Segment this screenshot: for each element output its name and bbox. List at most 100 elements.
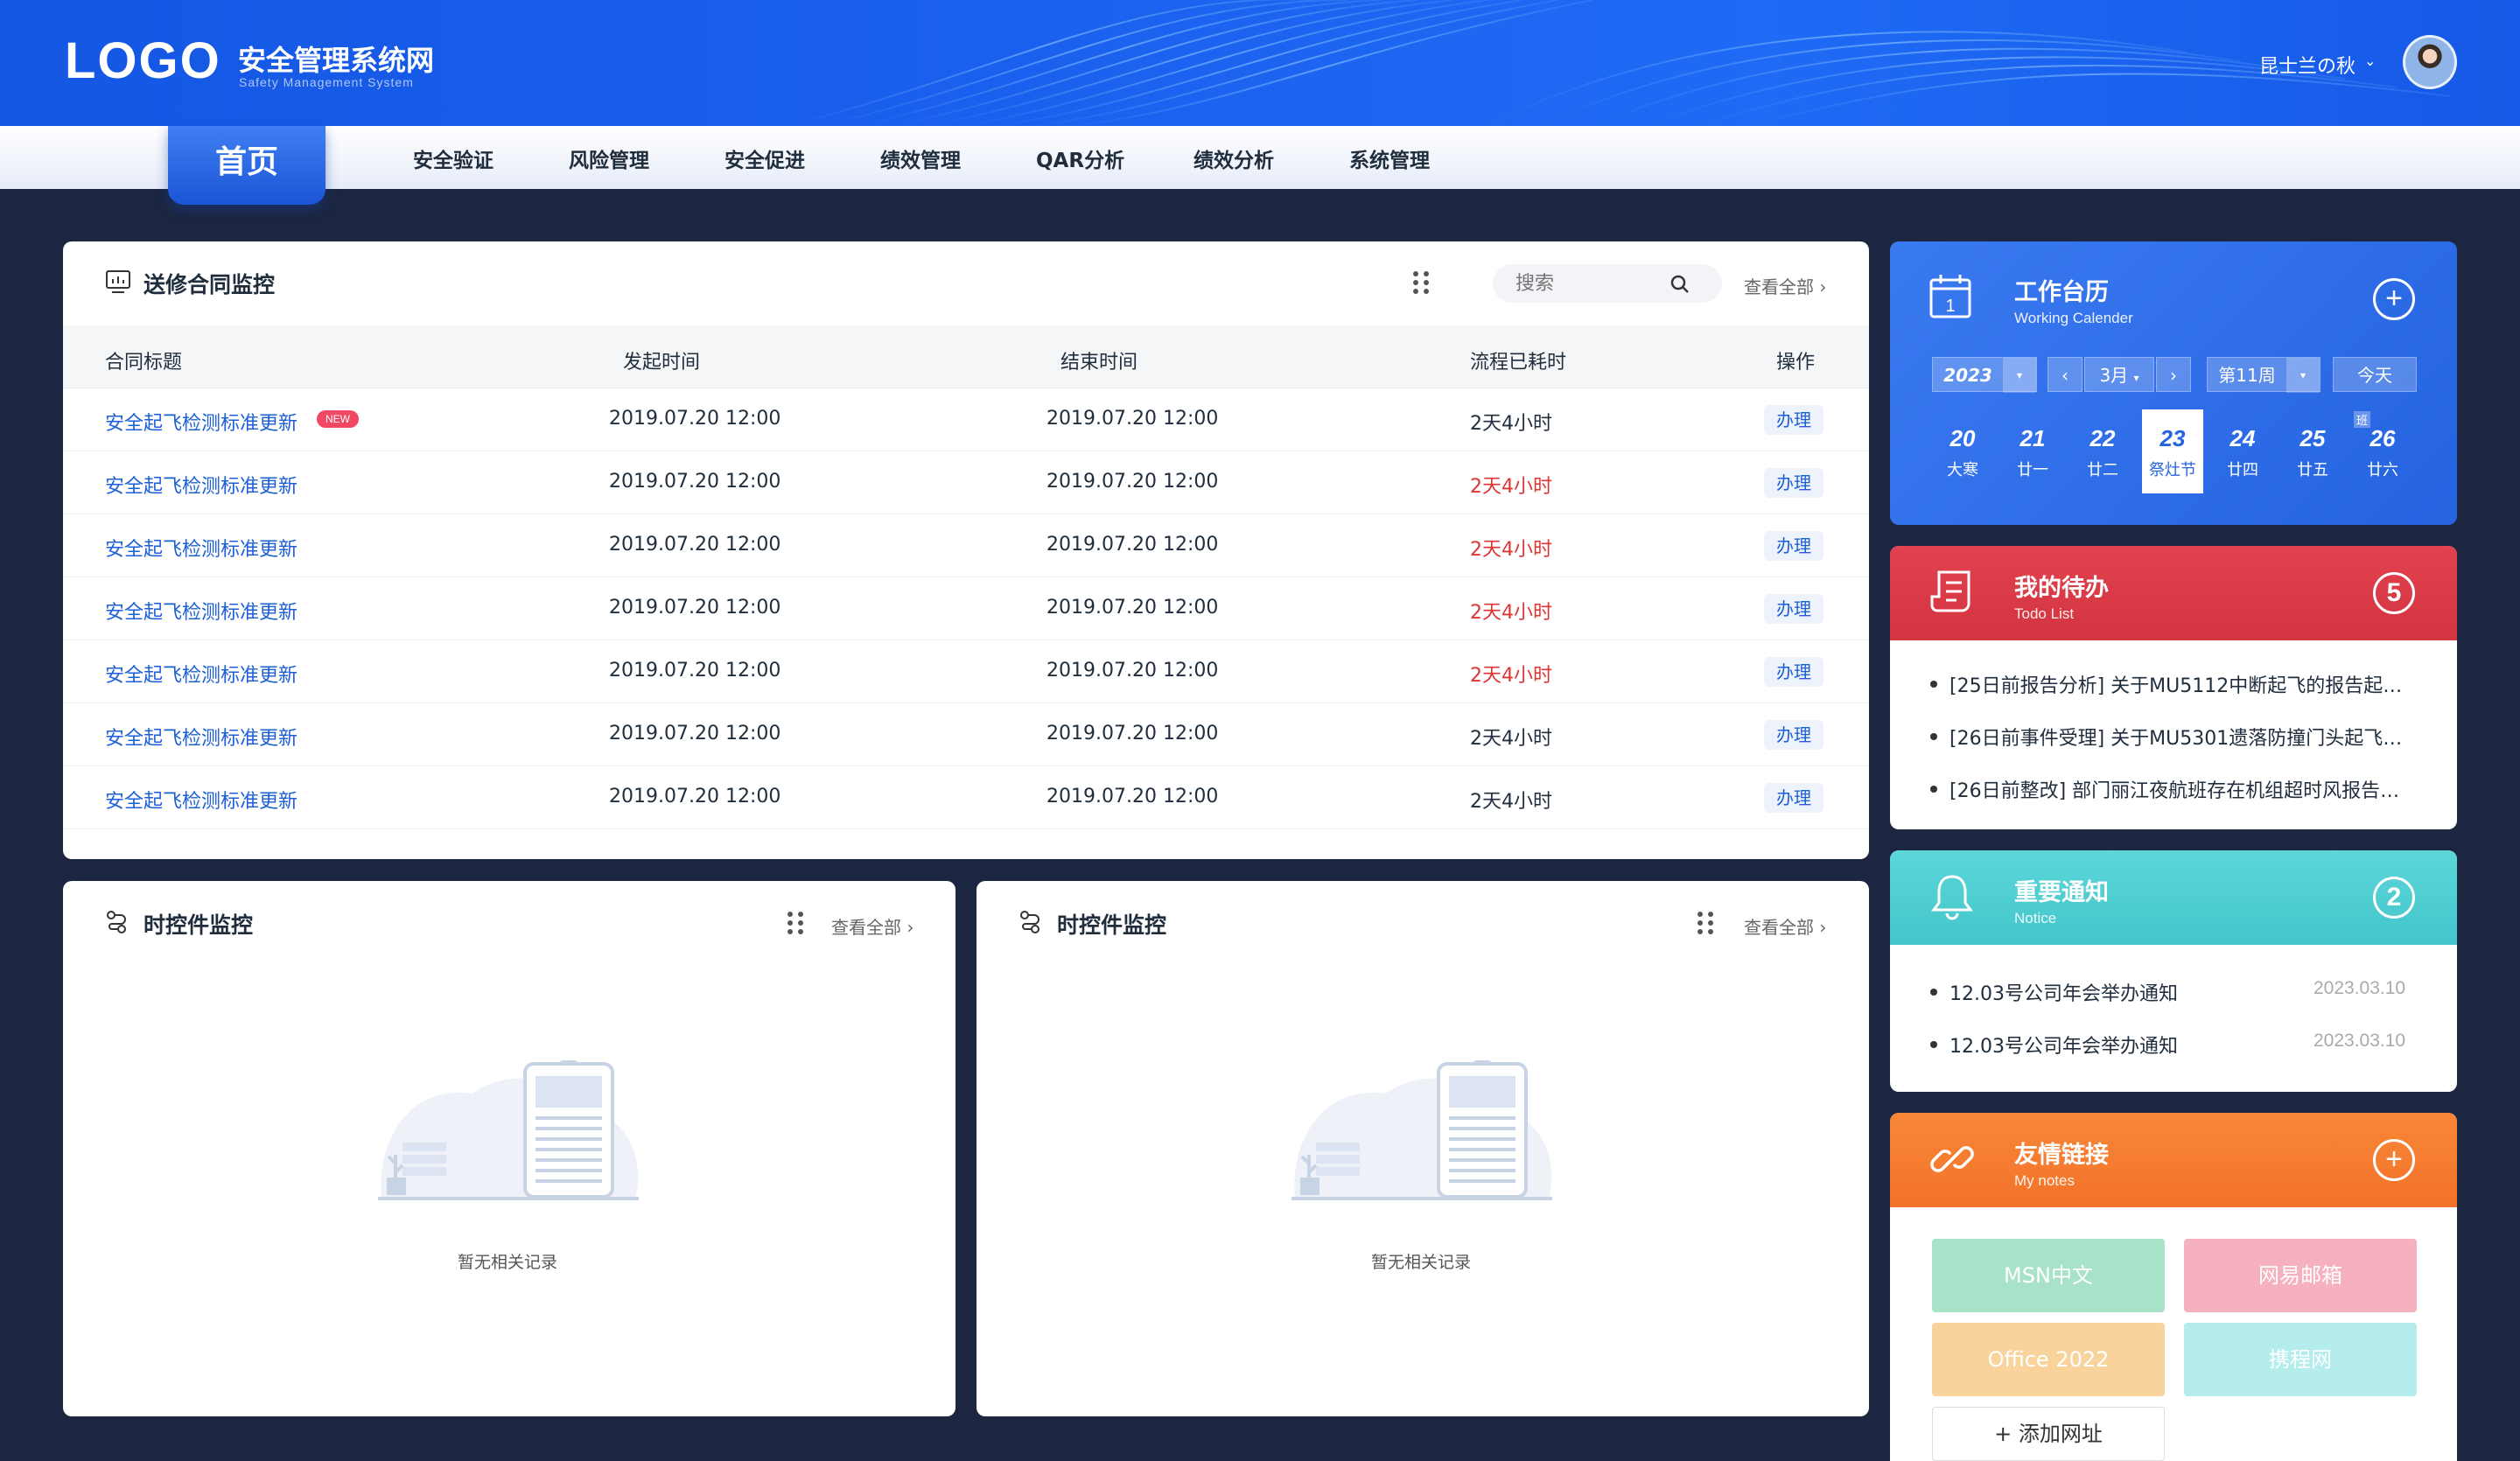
calendar-day[interactable]: 24 廿四 bbox=[2212, 409, 2273, 493]
notice-item[interactable]: 12.03号公司年会举办通知 bbox=[1950, 978, 2178, 1006]
table-row bbox=[63, 577, 1869, 640]
nav-item-qar[interactable]: QAR分析 bbox=[1036, 143, 1124, 173]
calendar-day-number: 26 bbox=[2370, 425, 2396, 451]
notice-item[interactable]: 12.03号公司年会举办通知 bbox=[1950, 1031, 2178, 1059]
contract-title-link[interactable]: 安全起飞检测标准更新 bbox=[105, 534, 298, 562]
add-calendar-event-button[interactable]: + bbox=[2373, 278, 2415, 320]
year-select[interactable]: 2023 ▾ bbox=[1932, 357, 2037, 393]
logo[interactable]: LOGO bbox=[65, 31, 221, 90]
contract-title-link[interactable]: 安全起飞检测标准更新 bbox=[105, 786, 298, 814]
search-icon[interactable] bbox=[1670, 274, 1690, 295]
table-row bbox=[63, 703, 1869, 766]
bullet-icon bbox=[1930, 989, 1937, 996]
next-month-button[interactable]: › bbox=[2156, 357, 2191, 392]
contract-end-time: 2019.07.20 12:00 bbox=[1046, 534, 1219, 556]
contract-start-time: 2019.07.20 12:00 bbox=[609, 723, 781, 744]
month-select[interactable]: 3月 ▾ bbox=[2084, 357, 2154, 392]
contract-panel-title: 送修合同监控 bbox=[144, 272, 276, 297]
table-row bbox=[63, 766, 1869, 829]
contract-view-all-link[interactable]: 查看全部 › bbox=[1744, 273, 1826, 298]
notice-subtitle: Notice bbox=[2014, 910, 2057, 926]
handle-button[interactable]: 办理 bbox=[1764, 657, 1824, 687]
calendar-day[interactable]: 21 廿一 bbox=[2002, 409, 2063, 493]
nav-item-risk[interactable]: 风险管理 bbox=[569, 143, 649, 173]
calendar-day[interactable]: 23 祭灶节 bbox=[2142, 409, 2203, 493]
avatar[interactable] bbox=[2403, 35, 2457, 89]
calendar-day[interactable]: 25 廿五 bbox=[2282, 409, 2343, 493]
week-value: 第11周 bbox=[2218, 365, 2276, 386]
empty-state-illustration bbox=[378, 1060, 639, 1200]
table-row bbox=[63, 451, 1869, 514]
contract-start-time: 2019.07.20 12:00 bbox=[609, 597, 781, 619]
new-badge: NEW bbox=[317, 410, 359, 428]
drag-handle-icon[interactable] bbox=[1413, 271, 1432, 296]
calendar-day-number: 25 bbox=[2300, 425, 2326, 451]
user-name-dropdown[interactable]: 昆士兰の秋 bbox=[2259, 51, 2356, 79]
bullet-icon bbox=[1930, 733, 1937, 740]
drag-handle-icon[interactable] bbox=[788, 912, 807, 936]
handle-button[interactable]: 办理 bbox=[1764, 531, 1824, 561]
handle-button[interactable]: 办理 bbox=[1764, 594, 1824, 624]
calendar-day-lunar: 廿二 bbox=[2087, 461, 2118, 479]
calendar-icon: 1 bbox=[1929, 275, 1971, 318]
calendar-day-lunar: 廿六 bbox=[2367, 461, 2398, 479]
link-tile-163-mail[interactable]: 网易邮箱 bbox=[2184, 1239, 2417, 1312]
caret-down-icon: ▾ bbox=[2286, 358, 2320, 393]
handle-button[interactable]: 办理 bbox=[1764, 405, 1824, 435]
contract-elapsed-time: 2天4小时 bbox=[1470, 413, 1552, 435]
bullet-icon bbox=[1930, 786, 1937, 793]
notice-card-header bbox=[1890, 850, 2457, 945]
nav-item-performance-analysis[interactable]: 绩效分析 bbox=[1194, 143, 1274, 173]
nav-item-home[interactable]: 首页 bbox=[168, 126, 326, 205]
calendar-day-lunar: 祭灶节 bbox=[2149, 461, 2196, 479]
table-header bbox=[63, 325, 1869, 388]
contract-title-link[interactable]: 安全起飞检测标准更新 bbox=[105, 408, 298, 436]
todo-card-header bbox=[1890, 546, 2457, 640]
contract-title-link[interactable]: 安全起飞检测标准更新 bbox=[105, 597, 298, 625]
view-all-label: 查看全部 bbox=[1744, 917, 1814, 938]
add-link-button[interactable]: + bbox=[2373, 1139, 2415, 1181]
nav-item-system[interactable]: 系统管理 bbox=[1349, 143, 1430, 173]
chevron-down-icon[interactable]: ⌄ bbox=[2364, 52, 2376, 69]
todo-item[interactable]: [25日前报告分析] 关于MU5112中断起飞的报告起… bbox=[1950, 670, 2402, 698]
calendar-day-lunar: 廿一 bbox=[2017, 461, 2048, 479]
plus-icon: + bbox=[1994, 1422, 2012, 1446]
column-header-end: 结束时间 bbox=[1060, 352, 1138, 374]
drag-handle-icon[interactable] bbox=[1698, 912, 1717, 936]
caret-down-icon: ▾ bbox=[2003, 358, 2036, 393]
chevron-right-icon: › bbox=[1819, 917, 1827, 938]
calendar-day[interactable]: 22 廿二 bbox=[2072, 409, 2133, 493]
contract-start-time: 2019.07.20 12:00 bbox=[609, 408, 781, 430]
handle-button[interactable]: 办理 bbox=[1764, 720, 1824, 750]
nav-item-safety-verify[interactable]: 安全验证 bbox=[413, 143, 494, 173]
contract-end-time: 2019.07.20 12:00 bbox=[1046, 786, 1219, 807]
contract-title-link[interactable]: 安全起飞检测标准更新 bbox=[105, 471, 298, 499]
nav-item-safety-promote[interactable]: 安全促进 bbox=[724, 143, 805, 173]
add-website-label: 添加网址 bbox=[2018, 1422, 2103, 1446]
timer-right-view-all-link[interactable]: 查看全部 › bbox=[1744, 913, 1826, 939]
handle-button[interactable]: 办理 bbox=[1764, 468, 1824, 498]
month-value: 3月 bbox=[2099, 365, 2129, 386]
timer-left-view-all-link[interactable]: 查看全部 › bbox=[831, 913, 914, 939]
todo-item[interactable]: [26日前整改] 部门丽江夜航班存在机组超时风报告… bbox=[1950, 775, 2399, 803]
handle-button[interactable]: 办理 bbox=[1764, 783, 1824, 813]
today-button[interactable]: 今天 bbox=[2333, 357, 2417, 392]
link-tile-office[interactable]: Office 2022 bbox=[1932, 1323, 2165, 1396]
calendar-day[interactable]: 20 大寒 bbox=[1932, 409, 1993, 493]
contract-title-link[interactable]: 安全起飞检测标准更新 bbox=[105, 723, 298, 751]
todo-item[interactable]: [26日前事件受理] 关于MU5301遗落防撞门头起飞… bbox=[1950, 723, 2402, 751]
links-subtitle: My notes bbox=[2014, 1172, 2075, 1189]
link-tile-msn[interactable]: MSN中文 bbox=[1932, 1239, 2165, 1312]
chevron-right-icon: › bbox=[1819, 276, 1827, 297]
nav-item-performance-mgmt[interactable]: 绩效管理 bbox=[880, 143, 961, 173]
prev-month-button[interactable]: ‹ bbox=[2048, 357, 2082, 392]
calendar-day-number: 22 bbox=[2090, 425, 2116, 451]
week-select[interactable]: 第11周 ▾ bbox=[2207, 357, 2320, 393]
search-input[interactable] bbox=[1516, 271, 1673, 296]
add-website-button[interactable]: + 添加网址 bbox=[1932, 1407, 2165, 1461]
link-tile-ctrip[interactable]: 携程网 bbox=[2184, 1323, 2417, 1396]
caret-down-icon: ▾ bbox=[2133, 372, 2139, 384]
year-value: 2023 bbox=[1943, 365, 1992, 386]
contract-title-link[interactable]: 安全起飞检测标准更新 bbox=[105, 660, 298, 688]
column-header-elapsed: 流程已耗时 bbox=[1470, 352, 1567, 374]
